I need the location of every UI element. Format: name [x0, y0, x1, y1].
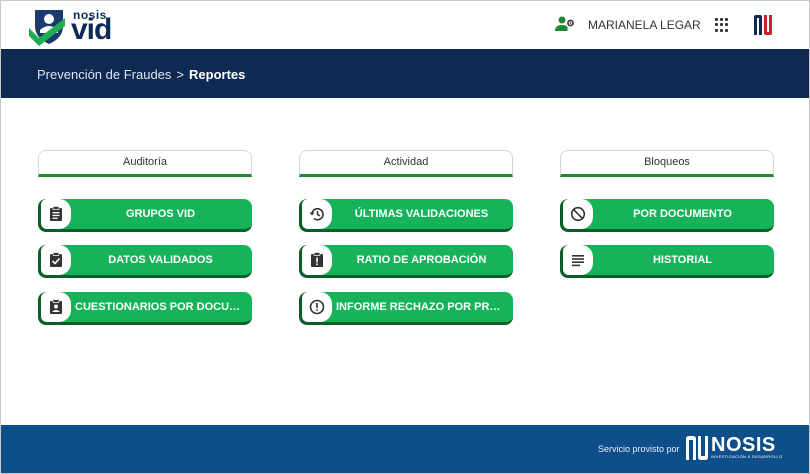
- column-header-bloqueos: Bloqueos: [560, 150, 774, 177]
- report-label: POR DOCUMENTO: [633, 208, 732, 220]
- clipboard-list-icon: [41, 199, 71, 229]
- report-informe-rechazo-button[interactable]: INFORME RECHAZO POR PREGUNTA: [299, 292, 513, 325]
- breadcrumb-band: Prevención de Fraudes > Reportes: [1, 49, 809, 98]
- footer-provided-by: Servicio provisto por: [598, 444, 680, 454]
- block-icon: [563, 199, 593, 229]
- top-bar: nosis vid MARIANELA LEGAR: [1, 1, 809, 49]
- nosis-nu-logo-icon[interactable]: [752, 13, 776, 37]
- report-label: INFORME RECHAZO POR PREGUNTA: [336, 301, 507, 313]
- alert-circle-icon: [302, 292, 332, 322]
- report-cuestionarios-button[interactable]: CUESTIONARIOS POR DOCUMENTO: [38, 292, 252, 325]
- report-label: ÚLTIMAS VALIDACIONES: [354, 208, 489, 220]
- nosis-vid-logo[interactable]: nosis vid: [29, 6, 139, 46]
- breadcrumb-parent[interactable]: Prevención de Fraudes: [37, 67, 171, 82]
- breadcrumb: Prevención de Fraudes > Reportes: [37, 67, 245, 82]
- report-por-documento-button[interactable]: POR DOCUMENTO: [560, 199, 774, 232]
- report-label: GRUPOS VID: [125, 208, 196, 220]
- footer: Servicio provisto por NOSIS INVESTIGACIÓ…: [1, 425, 809, 473]
- report-label: DATOS VALIDADOS: [108, 254, 213, 266]
- contact-card-icon: [41, 292, 71, 322]
- footer-brand-sub: INVESTIGACIÓN & DESARROLLO: [711, 454, 783, 459]
- nosis-nu-logo-icon: [686, 436, 708, 460]
- document-lines-icon: [563, 245, 593, 275]
- clipboard-alert-icon: [302, 245, 332, 275]
- report-label: RATIO DE APROBACIÓN: [356, 254, 487, 266]
- breadcrumb-current: Reportes: [189, 67, 246, 82]
- report-label: CUESTIONARIOS POR DOCUMENTO: [75, 301, 246, 313]
- report-grupos-vid-button[interactable]: GRUPOS VID: [38, 199, 252, 232]
- breadcrumb-separator: >: [176, 67, 185, 82]
- report-ratio-aprobacion-button[interactable]: RATIO DE APROBACIÓN: [299, 245, 513, 278]
- user-settings-icon[interactable]: [555, 15, 575, 33]
- brand-main-text: vid: [71, 13, 112, 46]
- column-header-auditoria: Auditoría: [38, 150, 252, 177]
- history-icon: [302, 199, 332, 229]
- apps-grid-icon[interactable]: [715, 18, 729, 32]
- user-name[interactable]: MARIANELA LEGAR: [588, 18, 701, 32]
- column-header-actividad: Actividad: [299, 150, 513, 177]
- report-ultimas-validaciones-button[interactable]: ÚLTIMAS VALIDACIONES: [299, 199, 513, 232]
- report-historial-button[interactable]: HISTORIAL: [560, 245, 774, 278]
- clipboard-check-icon: [41, 245, 71, 275]
- report-label: HISTORIAL: [652, 254, 713, 266]
- report-datos-validados-button[interactable]: DATOS VALIDADOS: [38, 245, 252, 278]
- footer-nosis-logo[interactable]: NOSIS INVESTIGACIÓN & DESARROLLO: [685, 434, 785, 463]
- shield-check-icon: [29, 10, 65, 46]
